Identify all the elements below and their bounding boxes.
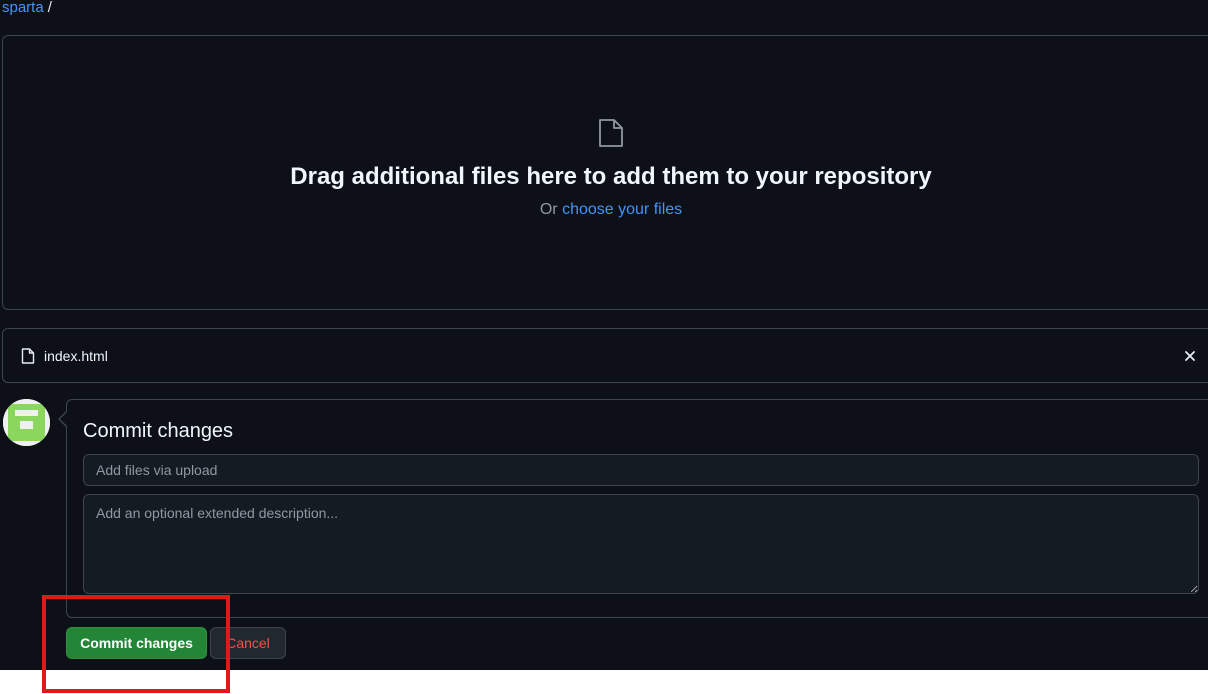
close-icon[interactable] xyxy=(1183,349,1197,363)
commit-summary-input[interactable] xyxy=(83,454,1199,486)
dropzone-or-text: Or xyxy=(539,201,558,218)
breadcrumb-separator: / xyxy=(47,0,52,16)
breadcrumb: sparta / xyxy=(2,0,52,18)
breadcrumb-repo-link[interactable]: sparta xyxy=(2,0,44,18)
commit-title: Commit changes xyxy=(83,420,234,442)
file-icon xyxy=(599,119,623,147)
cancel-button[interactable]: Cancel xyxy=(210,627,286,659)
file-dropzone[interactable]: Drag additional files here to add them t… xyxy=(2,35,1208,310)
file-list-item: index.html xyxy=(2,328,1208,383)
dropzone-subtitle: Or choose your files xyxy=(3,201,1208,219)
commit-description-input[interactable] xyxy=(83,494,1199,594)
file-name: index.html xyxy=(44,348,108,364)
choose-files-link[interactable]: choose your files xyxy=(562,201,682,218)
commit-changes-button[interactable]: Commit changes xyxy=(66,627,207,659)
avatar xyxy=(3,399,50,446)
dropzone-title: Drag additional files here to add them t… xyxy=(290,163,932,190)
identicon-icon xyxy=(3,399,50,446)
comment-caret-fill xyxy=(60,411,68,427)
file-icon xyxy=(21,348,35,364)
